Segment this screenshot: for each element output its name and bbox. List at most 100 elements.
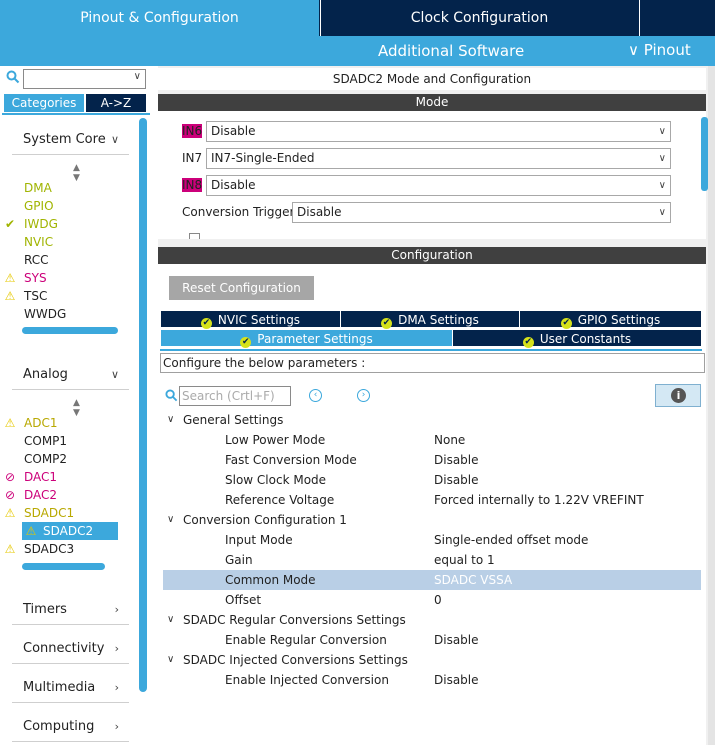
sidebar-scrollbar[interactable] — [139, 118, 147, 692]
tab-underline — [160, 349, 702, 351]
tab-overflow[interactable] — [639, 0, 715, 36]
param-group-injected-conversions[interactable]: ∨ SDADC Injected Conversions Settings — [163, 650, 701, 670]
mode-scrollbar[interactable] — [701, 117, 708, 191]
divider — [2, 113, 150, 115]
check-circle-icon: ✔ — [240, 337, 252, 348]
analog-scrollbar[interactable] — [22, 563, 105, 570]
blocked-icon: ⊘ — [4, 488, 16, 502]
param-row[interactable]: Enable Regular Conversion Disable — [163, 630, 701, 650]
parameter-search-input[interactable]: Search (Crtl+F) — [179, 386, 291, 406]
in8-select[interactable]: Disable ∨ — [206, 175, 671, 196]
param-row[interactable]: Reference Voltage Forced internally to 1.… — [163, 490, 701, 510]
sidebar-item-wwdg[interactable]: WWDG — [24, 305, 66, 323]
sidebar-item-iwdg[interactable]: ✔ IWDG — [5, 215, 58, 233]
group-system-core[interactable]: System Core ∨ — [12, 125, 129, 155]
pinout-menu[interactable]: ∨ Pinout — [628, 41, 691, 59]
mode-label: IN8 — [182, 178, 203, 192]
tab-nvic-settings[interactable]: ✔ NVIC Settings — [160, 310, 341, 329]
az-tab[interactable]: A->Z — [86, 94, 146, 112]
sidebar-search-input[interactable]: ∨ — [23, 69, 146, 89]
param-value: Forced internally to 1.22V VREFINT — [434, 493, 644, 507]
param-group-conversion-configuration-1[interactable]: ∨ Conversion Configuration 1 — [163, 510, 701, 530]
check-circle-icon: ✔ — [200, 318, 212, 329]
param-group-regular-conversions[interactable]: ∨ SDADC Regular Conversions Settings — [163, 610, 701, 630]
sidebar-item-label: SYS — [24, 271, 47, 285]
param-row[interactable]: Low Power Mode None — [163, 430, 701, 450]
previous-result-icon[interactable]: ‹ — [309, 389, 322, 402]
in6-select[interactable]: Disable ∨ — [206, 121, 671, 142]
next-result-icon[interactable]: › — [357, 389, 370, 402]
chevron-down-icon[interactable]: ∨ — [134, 71, 141, 82]
categories-tab[interactable]: Categories — [4, 94, 84, 112]
sidebar-item-adc1[interactable]: ⚠ ADC1 — [5, 414, 58, 432]
warning-icon: ⚠ — [25, 524, 37, 538]
scroll-up-icon[interactable]: ▲ ▼ — [73, 398, 80, 418]
check-icon: ✔ — [4, 217, 16, 231]
sub-tab-bar: Additional Software ∨ Pinout — [0, 36, 715, 66]
additional-software-link[interactable]: Additional Software — [378, 42, 524, 60]
sidebar-item-label: ADC1 — [24, 416, 58, 430]
group-computing[interactable]: Computing › — [12, 712, 129, 742]
param-row-selected[interactable]: Common Mode SDADC VSSA — [163, 570, 701, 590]
sidebar-item-sdadc3[interactable]: ⚠ SDADC3 — [5, 540, 75, 558]
chevron-right-icon: › — [114, 720, 119, 733]
param-group-general-settings[interactable]: ∨ General Settings — [163, 410, 701, 430]
sidebar-item-label: SDADC3 — [24, 542, 75, 556]
scroll-up-icon[interactable]: ▲ ▼ — [73, 163, 80, 183]
param-value: Disable — [434, 673, 479, 687]
search-icon — [165, 389, 178, 405]
sidebar-item-dma[interactable]: DMA — [24, 179, 52, 197]
chevron-down-icon: ∨ — [658, 180, 666, 191]
system-core-scrollbar[interactable] — [22, 327, 118, 334]
in7-select[interactable]: IN7-Single-Ended ∨ — [206, 148, 671, 169]
sidebar-item-dac1[interactable]: ⊘ DAC1 — [5, 468, 58, 486]
tab-pinout-configuration[interactable]: Pinout & Configuration — [0, 0, 319, 36]
sidebar-item-gpio[interactable]: GPIO — [24, 197, 54, 215]
tab-parameter-settings[interactable]: ✔ Parameter Settings — [160, 329, 453, 348]
mode-area: IN6 Disable ∨ IN7 IN7-Single-Ended ∨ IN8 D… — [158, 111, 706, 239]
group-label: System Core — [23, 132, 106, 147]
sidebar-item-comp2[interactable]: COMP2 — [24, 450, 67, 468]
param-value: Single-ended offset mode — [434, 533, 589, 547]
param-row[interactable]: Input Mode Single-ended offset mode — [163, 530, 701, 550]
checkbox[interactable] — [189, 233, 200, 239]
sidebar-item-sdadc1[interactable]: ⚠ SDADC1 — [5, 504, 75, 522]
param-row[interactable]: Offset 0 — [163, 590, 701, 610]
sidebar-item-sdadc2[interactable]: ⚠ SDADC2 — [22, 522, 118, 540]
tab-dma-settings[interactable]: ✔ DMA Settings — [340, 310, 520, 329]
param-name: Enable Regular Conversion — [225, 633, 387, 647]
param-name: Reference Voltage — [225, 493, 335, 507]
group-analog[interactable]: Analog ∨ — [12, 360, 129, 390]
tab-gpio-settings[interactable]: ✔ GPIO Settings — [519, 310, 702, 329]
group-name: SDADC Regular Conversions Settings — [183, 613, 406, 627]
param-row[interactable]: Gain equal to 1 — [163, 550, 701, 570]
warning-icon: ⚠ — [4, 289, 16, 303]
sidebar-item-label: IWDG — [24, 217, 58, 231]
conversion-trigger-select[interactable]: Disable ∨ — [292, 202, 671, 223]
param-row[interactable]: Slow Clock Mode Disable — [163, 470, 701, 490]
mode-label: IN6 — [182, 124, 203, 138]
panel-scrollbar-track[interactable] — [708, 66, 715, 745]
sidebar-item-dac2[interactable]: ⊘ DAC2 — [5, 486, 58, 504]
warning-icon: ⚠ — [4, 271, 16, 285]
group-timers[interactable]: Timers › — [12, 595, 129, 625]
sidebar-item-comp1[interactable]: COMP1 — [24, 432, 67, 450]
reset-configuration-button[interactable]: Reset Configuration — [169, 276, 314, 300]
param-row[interactable]: Enable Injected Conversion Disable — [163, 670, 701, 690]
sidebar-item-tsc[interactable]: ⚠ TSC — [5, 287, 48, 305]
sidebar-item-rcc[interactable]: RCC — [24, 251, 49, 269]
panel-title: SDADC2 Mode and Configuration — [158, 68, 706, 90]
info-button[interactable]: i — [655, 384, 701, 407]
group-multimedia[interactable]: Multimedia › — [12, 673, 129, 703]
sidebar-item-label: DAC1 — [24, 470, 58, 484]
group-connectivity[interactable]: Connectivity › — [12, 634, 129, 664]
sidebar-item-label: DAC2 — [24, 488, 58, 502]
mode-row-clipped — [158, 231, 706, 239]
group-label: Connectivity — [23, 641, 105, 656]
sidebar-item-sys[interactable]: ⚠ SYS — [5, 269, 47, 287]
tab-user-constants[interactable]: ✔ User Constants — [452, 329, 702, 348]
param-row[interactable]: Fast Conversion Mode Disable — [163, 450, 701, 470]
sidebar-item-nvic[interactable]: NVIC — [24, 233, 53, 251]
tab-clock-configuration[interactable]: Clock Configuration — [320, 0, 638, 36]
param-value: Disable — [434, 453, 479, 467]
